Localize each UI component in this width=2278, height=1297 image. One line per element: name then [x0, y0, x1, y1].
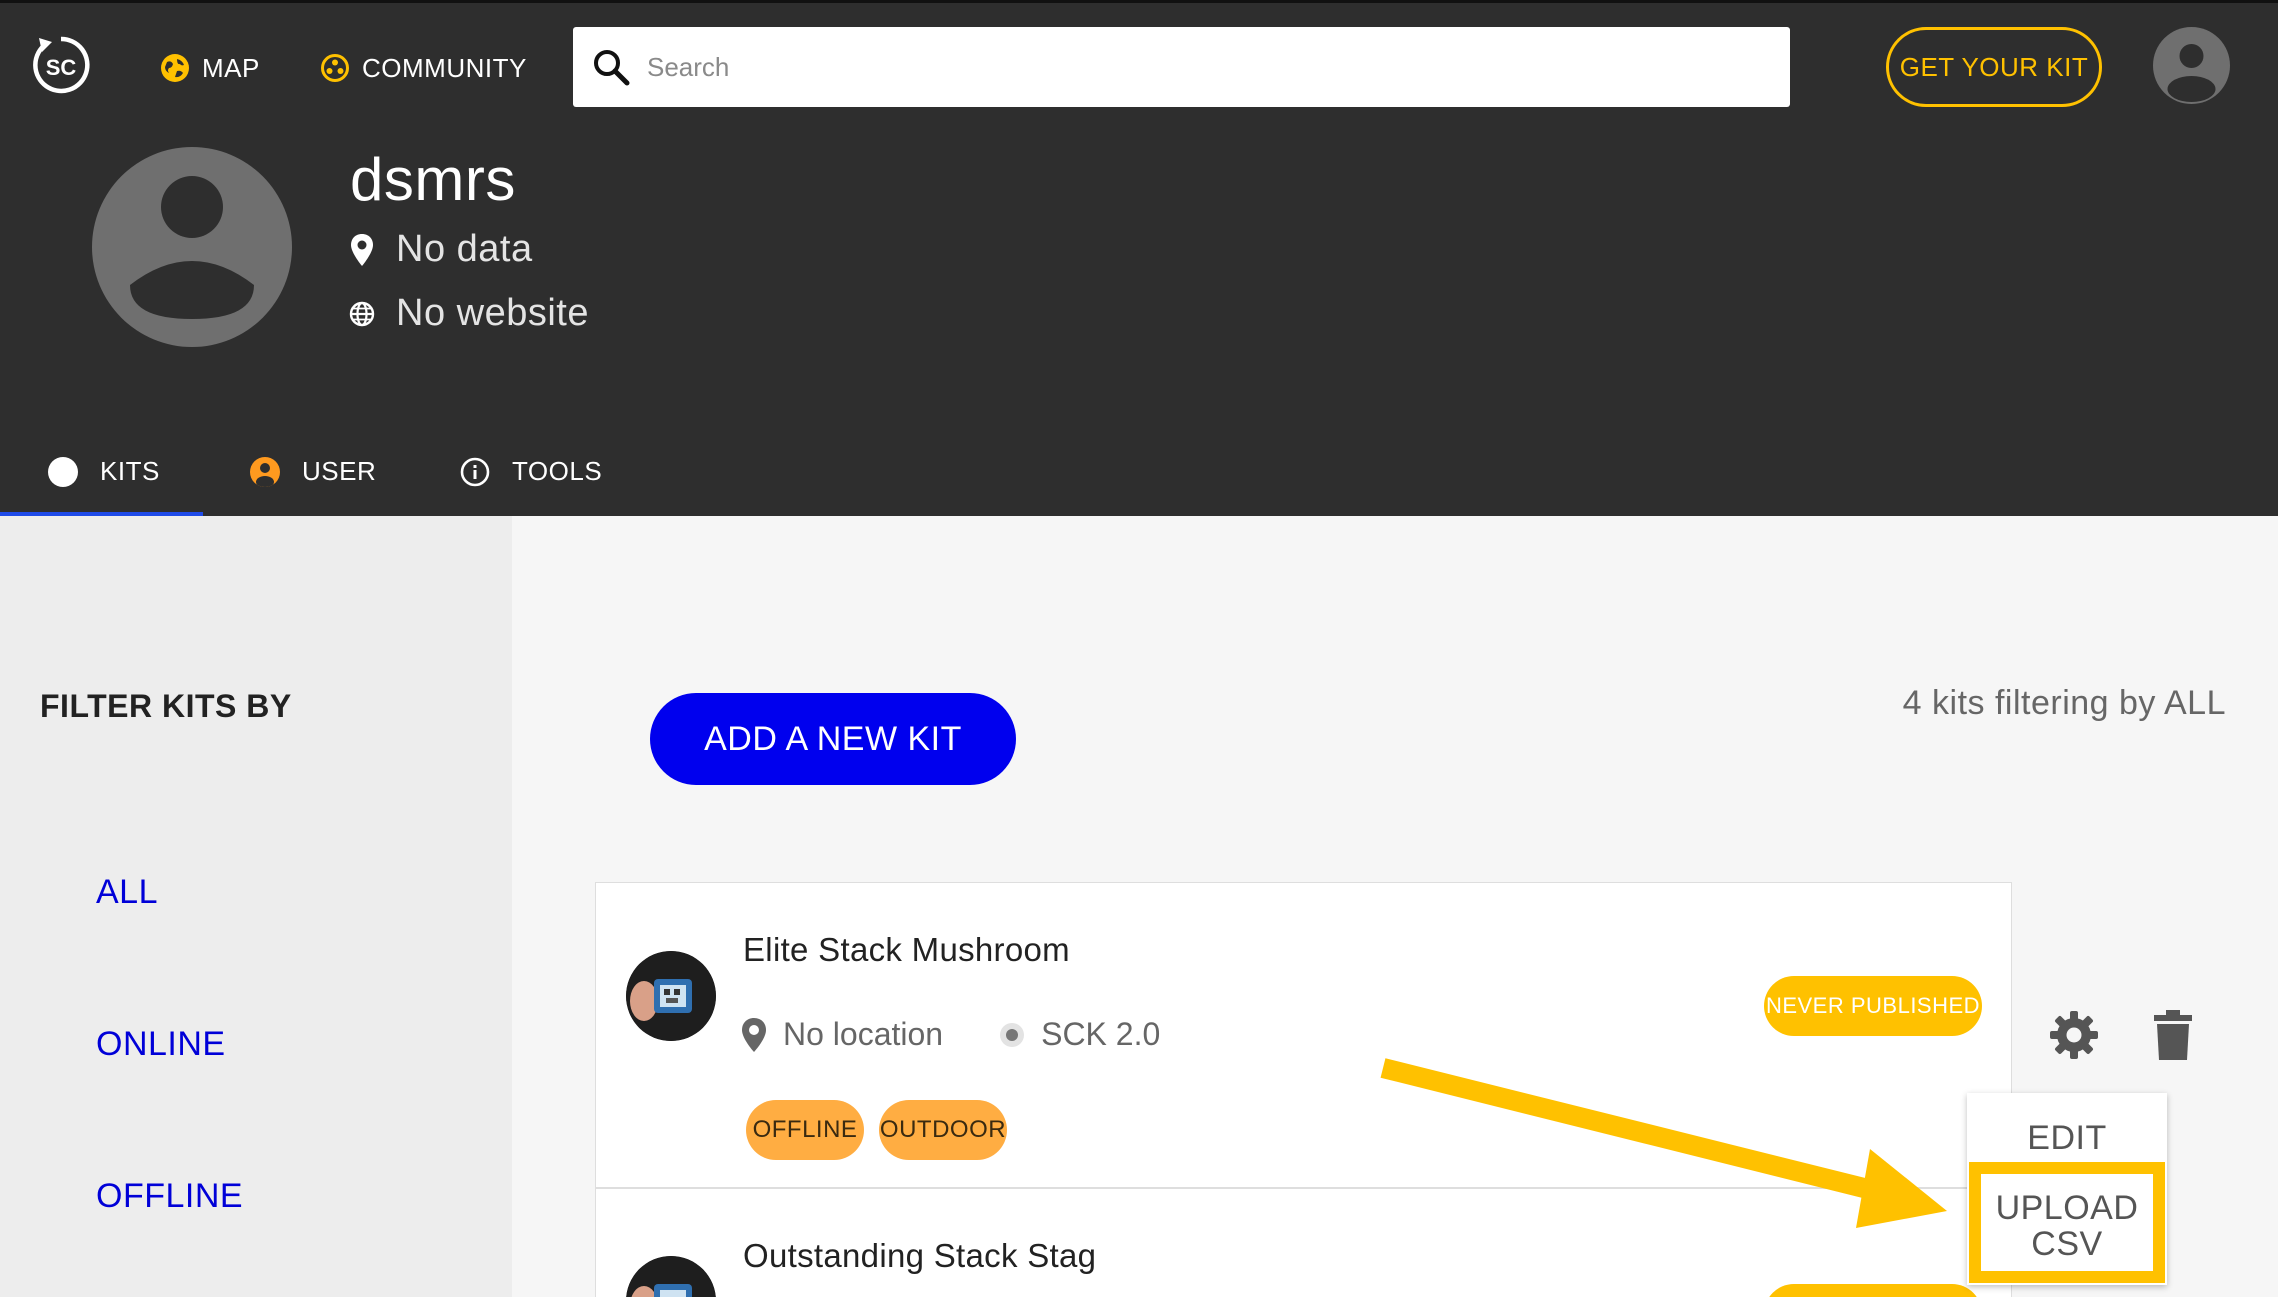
add-new-kit-button[interactable]: ADD A NEW KIT: [650, 693, 1016, 785]
globe-icon: [161, 54, 189, 82]
tab-kits[interactable]: KITS: [0, 427, 203, 516]
kit-thumbnail: [626, 1256, 716, 1297]
nav-map[interactable]: MAP: [160, 50, 260, 86]
status-badge: NEVER PUBLISHED: [1764, 976, 1982, 1036]
tab-tools[interactable]: TOOLS: [460, 427, 620, 516]
smart-citizen-logo-icon[interactable]: SC: [30, 34, 92, 96]
profile-username: dsmrs: [350, 146, 516, 213]
search-bar[interactable]: [573, 27, 1790, 107]
kit-location: No location: [783, 1016, 944, 1052]
kit-name[interactable]: Outstanding Stack Stag: [743, 1237, 1096, 1275]
hardware-dot-icon: [1000, 1022, 1025, 1047]
search-input[interactable]: [647, 51, 1747, 83]
profile-website-text: No website: [396, 292, 589, 334]
trash-icon[interactable]: [2153, 1009, 2193, 1061]
filter-sidebar: [0, 516, 512, 1297]
get-your-kit-button[interactable]: GET YOUR KIT: [1886, 27, 2102, 107]
profile-location: No data: [348, 228, 533, 271]
kit-meta: No location SCK 2.0: [741, 1016, 1160, 1053]
kit-card[interactable]: Elite Stack Mushroom No location SCK 2.0…: [595, 882, 2012, 1188]
upload-line-1: UPLOAD: [1995, 1189, 2139, 1227]
web-globe-icon: [349, 301, 375, 326]
kit-card[interactable]: Outstanding Stack Stag: [595, 1188, 2012, 1297]
kit-name[interactable]: Elite Stack Mushroom: [743, 931, 1070, 969]
nav-community-label: COMMUNITY: [362, 52, 527, 83]
tab-user-label: USER: [302, 456, 377, 486]
community-icon: [321, 54, 349, 82]
location-pin-icon: [351, 233, 373, 266]
account-circle-icon[interactable]: [2153, 27, 2230, 104]
tab-user[interactable]: USER: [250, 427, 410, 516]
filter-offline-link[interactable]: OFFLINE: [96, 1177, 243, 1216]
kit-actions-menu: EDIT UPLOAD CSV: [1967, 1093, 2167, 1285]
kit-thumbnail: [626, 951, 716, 1041]
kit-hardware: SCK 2.0: [1041, 1016, 1161, 1052]
profile-location-text: No data: [396, 228, 533, 270]
kits-dot-icon: [48, 456, 78, 487]
filter-online-link[interactable]: ONLINE: [96, 1025, 226, 1064]
profile-avatar: [92, 147, 292, 347]
filter-all-link[interactable]: ALL: [96, 873, 158, 912]
info-icon: [460, 457, 490, 486]
upload-line-2: CSV: [2031, 1225, 2103, 1263]
profile-website: No website: [348, 292, 589, 335]
search-icon: [594, 50, 630, 86]
user-icon: [250, 456, 280, 487]
location-pin-icon: [742, 1017, 766, 1052]
kit-tag-offline[interactable]: OFFLINE: [746, 1100, 864, 1160]
tab-tools-label: TOOLS: [512, 456, 603, 486]
logo-text: SC: [46, 55, 77, 80]
status-badge: [1764, 1284, 1982, 1297]
kit-count-text: 4 kits filtering by ALL: [1902, 684, 2226, 722]
menu-upload-csv-item[interactable]: UPLOAD CSV: [1967, 1167, 2167, 1285]
gear-icon[interactable]: [2048, 1009, 2100, 1061]
menu-edit-item[interactable]: EDIT: [1967, 1103, 2167, 1173]
nav-map-label: MAP: [202, 52, 260, 83]
filter-title: FILTER KITS BY: [40, 688, 292, 724]
kit-tag-outdoor[interactable]: OUTDOOR: [879, 1100, 1007, 1160]
nav-community[interactable]: COMMUNITY: [320, 50, 527, 86]
tab-kits-label: KITS: [100, 456, 160, 486]
top-border: [0, 0, 2278, 3]
